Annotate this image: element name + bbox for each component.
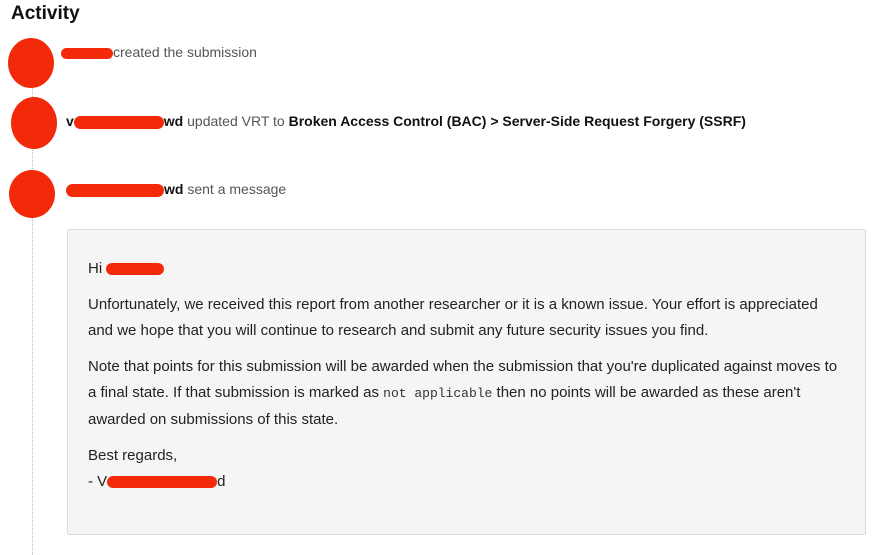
message-box: Hi Unfortunately, we received this repor…	[67, 229, 866, 535]
message-paragraph-1: Unfortunately, we received this report f…	[88, 296, 818, 339]
avatar	[9, 170, 55, 218]
redacted-username	[61, 47, 113, 59]
username-visible-prefix: v	[66, 113, 74, 129]
redacted-recipient	[106, 263, 165, 276]
signature-suffix: d	[217, 473, 226, 490]
vrt-category: Broken Access Control (BAC) > Server-Sid…	[288, 113, 746, 129]
activity-event-message-sent: wd sent a message	[66, 181, 286, 197]
signature-prefix: - V	[88, 473, 108, 490]
avatar	[8, 38, 54, 88]
event-verb: created the submission	[113, 44, 257, 60]
message-paragraph-2: Note that points for this submission wil…	[88, 354, 845, 433]
timeline-line	[32, 80, 33, 555]
activity-heading: Activity	[11, 3, 80, 24]
message-closing: Best regards, - V d	[88, 443, 845, 495]
event-verb: sent a message	[187, 181, 287, 197]
redacted-signature	[107, 476, 218, 489]
avatar	[11, 97, 57, 149]
status-code-text: not applicable	[383, 386, 493, 401]
redacted-username	[66, 183, 164, 197]
redacted-username	[73, 115, 164, 129]
username-visible-suffix: wd	[164, 181, 184, 197]
event-username[interactable]: wd	[66, 181, 183, 197]
event-username[interactable]: v wd	[66, 113, 183, 129]
message-greeting: Hi	[88, 256, 845, 282]
username-visible-suffix: wd	[163, 113, 184, 129]
greeting-text: Hi	[88, 260, 103, 277]
activity-event-created: created the submission	[61, 44, 257, 60]
activity-event-vrt-updated: v wd updated VRT to Broken Access Control…	[66, 113, 746, 129]
closing-text: Best regards,	[88, 447, 178, 464]
event-verb: updated VRT to	[187, 113, 285, 129]
